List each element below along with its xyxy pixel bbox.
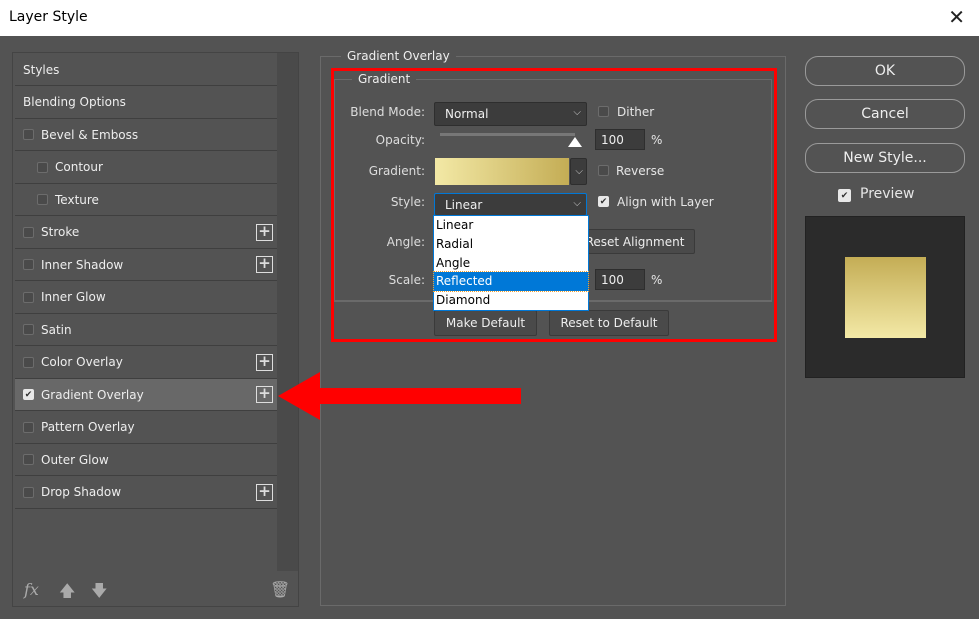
sidebar-item-label: Gradient Overlay bbox=[41, 387, 144, 402]
sidebar-item-blending-options[interactable]: Blending Options bbox=[15, 87, 277, 119]
sidebar-item-label: Inner Glow bbox=[41, 290, 106, 304]
sidebar-item-inner-glow[interactable]: Inner Glow bbox=[15, 282, 277, 314]
sidebar-item-label: Drop Shadow bbox=[41, 485, 122, 499]
sidebar-item-gradient-overlay[interactable]: ✔ Gradient Overlay + bbox=[15, 379, 277, 411]
group-title: Gradient Overlay bbox=[341, 49, 456, 63]
checkbox[interactable] bbox=[23, 454, 34, 465]
sidebar-item-drop-shadow[interactable]: Drop Shadow + bbox=[15, 477, 277, 509]
checkbox[interactable] bbox=[23, 356, 34, 368]
preview-label: Preview bbox=[860, 186, 915, 202]
preview-swatch bbox=[845, 257, 926, 338]
sidebar-item-color-overlay[interactable]: Color Overlay + bbox=[15, 347, 277, 379]
sidebar-item-label: Stroke bbox=[41, 225, 80, 239]
sidebar-item-stroke[interactable]: Stroke + bbox=[15, 217, 277, 249]
checkbox[interactable] bbox=[23, 129, 34, 140]
cancel-button[interactable]: Cancel bbox=[805, 99, 965, 129]
add-icon[interactable]: + bbox=[256, 483, 273, 501]
checkbox[interactable]: ✔ bbox=[23, 389, 34, 400]
checkbox[interactable] bbox=[23, 421, 34, 433]
checkbox[interactable] bbox=[23, 291, 34, 303]
checkbox[interactable] bbox=[37, 161, 48, 173]
close-icon[interactable]: ✕ bbox=[948, 5, 965, 29]
ok-button[interactable]: OK bbox=[805, 56, 965, 86]
sidebar-item-pattern-overlay[interactable]: Pattern Overlay bbox=[15, 412, 277, 444]
sidebar-item-label: Blending Options bbox=[23, 95, 126, 109]
sidebar-item-label: Contour bbox=[55, 160, 103, 174]
sidebar-item-label: Styles bbox=[23, 62, 60, 77]
sidebar-item-satin[interactable]: Satin bbox=[15, 314, 277, 346]
checkbox[interactable] bbox=[23, 324, 34, 335]
sidebar-item-label: Satin bbox=[41, 322, 72, 337]
annotation-highlight-box bbox=[331, 68, 777, 342]
sidebar-item-label: Pattern Overlay bbox=[41, 420, 135, 434]
checkbox[interactable] bbox=[37, 194, 48, 205]
sidebar-item-styles[interactable]: Styles bbox=[15, 54, 277, 86]
title-bar: Layer Style ✕ bbox=[0, 0, 979, 36]
new-style-button[interactable]: New Style... bbox=[805, 143, 965, 173]
sidebar-item-label: Outer Glow bbox=[41, 452, 109, 467]
sidebar-item-bevel-emboss[interactable]: Bevel & Emboss bbox=[15, 119, 277, 151]
sidebar-item-contour[interactable]: Contour bbox=[15, 152, 277, 184]
sidebar-item-inner-shadow[interactable]: Inner Shadow + bbox=[15, 249, 277, 281]
trash-icon[interactable]: 🗑 bbox=[270, 580, 290, 599]
sidebar-item-label: Inner Shadow bbox=[41, 257, 124, 272]
move-down-icon[interactable]: 🡇 bbox=[91, 580, 107, 607]
sidebar-item-label: Texture bbox=[55, 192, 99, 207]
checkbox[interactable] bbox=[23, 486, 34, 498]
preview-checkbox[interactable]: ✔ bbox=[838, 189, 851, 202]
checkbox[interactable] bbox=[23, 226, 34, 238]
preview-panel bbox=[805, 216, 965, 378]
add-icon[interactable]: + bbox=[256, 223, 273, 241]
sidebar-item-label: Bevel & Emboss bbox=[41, 127, 139, 142]
window-title: Layer Style bbox=[9, 9, 88, 25]
scrollbar[interactable] bbox=[277, 53, 298, 571]
add-icon[interactable]: + bbox=[256, 386, 273, 403]
sidebar-item-texture[interactable]: Texture bbox=[15, 184, 277, 216]
sidebar-item-outer-glow[interactable]: Outer Glow bbox=[15, 444, 277, 476]
sidebar-item-label: Color Overlay bbox=[41, 355, 123, 369]
move-up-icon[interactable]: 🡅 bbox=[59, 580, 75, 607]
fx-button[interactable]: fx bbox=[24, 580, 39, 599]
annotation-arrow-icon bbox=[278, 372, 521, 420]
checkbox[interactable] bbox=[23, 259, 34, 270]
add-icon[interactable]: + bbox=[256, 256, 273, 273]
add-icon[interactable]: + bbox=[256, 353, 273, 371]
